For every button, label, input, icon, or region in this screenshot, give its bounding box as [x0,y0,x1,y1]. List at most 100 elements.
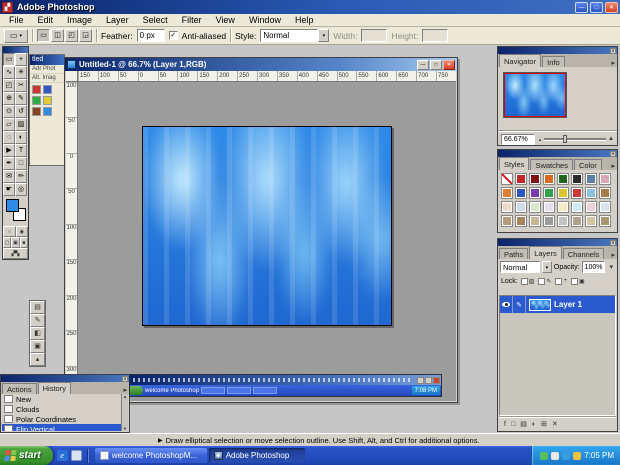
zoom-out-icon[interactable]: ▲ [538,137,542,142]
crop-tool[interactable]: ◰ [3,79,15,92]
style-swatch[interactable] [543,201,555,213]
tab-history[interactable]: History [37,382,71,394]
panel-menu-icon[interactable]: ▸ [609,251,617,259]
zoom-in-icon[interactable]: ▲ [608,136,614,142]
eraser-tool[interactable]: ▱ [3,118,15,131]
jump-to-imageready-button[interactable]: ▞▚ [3,248,28,259]
feather-input[interactable]: 0 px [136,29,165,42]
menu-item[interactable]: Image [60,15,99,25]
style-swatch[interactable] [585,201,597,213]
style-swatch[interactable] [557,201,569,213]
tray-icon[interactable] [540,451,549,460]
lasso-tool[interactable]: ∿ [3,66,15,79]
tab-channels[interactable]: Channels [562,248,605,259]
navigator-thumbnail[interactable] [503,72,567,118]
history-item-selected[interactable]: Flip Vertical [2,424,121,431]
full-screen-menu-button[interactable]: ▣ [11,237,20,248]
show-desktop-icon[interactable] [70,450,82,461]
style-swatch[interactable] [529,187,541,199]
tab-swatches[interactable]: Swatches [530,159,573,170]
dropdown-arrow-icon[interactable]: ▾ [541,261,552,273]
panel-menu-icon[interactable]: ▸ [609,162,617,170]
layer-effects-icon[interactable]: f [504,421,506,428]
mini-swatch[interactable] [43,85,52,94]
standard-screen-button[interactable]: ▢ [3,237,12,248]
style-dropdown[interactable]: Normal ▾ [260,29,330,42]
zoom-slider-thumb[interactable] [562,135,567,143]
style-swatch[interactable] [585,215,597,227]
document-maximize-button[interactable]: □ [430,59,442,70]
mini-maximize-button[interactable] [425,376,432,384]
mini-swatch[interactable] [32,96,41,105]
panel-menu-icon[interactable]: ▸ [609,59,617,67]
tab-styles[interactable]: Styles [499,157,530,170]
palette-icon[interactable]: ▴ [30,353,45,366]
style-swatch[interactable] [571,187,583,199]
app-titlebar[interactable]: ▞ Adobe Photoshop — □ ✕ [0,0,620,14]
style-swatch[interactable] [515,187,527,199]
dodge-tool[interactable]: ◐ [15,131,27,144]
rectangle-tool[interactable]: □ [15,157,27,170]
menu-item[interactable]: Filter [175,15,209,25]
minimized-document-window[interactable]: welcome Photoshop 7:08 PM [129,374,442,397]
standard-mode-button[interactable]: ○ [3,226,16,237]
path-selection-tool[interactable]: ▶ [3,144,15,157]
pen-tool[interactable]: ✒ [3,157,15,170]
style-swatch[interactable] [529,215,541,227]
panel-menu-icon[interactable]: ▸ [121,386,129,394]
menu-item[interactable]: Help [288,15,321,25]
menu-item[interactable]: View [209,15,242,25]
tool-preset-button[interactable]: ▭ ▾ [4,28,28,43]
intersect-selection-button[interactable]: ◲ [79,29,92,42]
clone-stamp-tool[interactable]: ⊙ [3,105,15,118]
zoom-input[interactable]: 66.67% [501,133,535,145]
history-item[interactable]: Clouds [2,404,121,414]
internet-explorer-icon[interactable]: e [56,450,68,461]
layer-name[interactable]: Layer 1 [554,300,582,309]
panel-close-icon[interactable]: ✕ [610,239,616,246]
lock-checkbox[interactable] [570,277,578,285]
style-swatch[interactable] [599,173,611,185]
style-swatch[interactable] [543,173,555,185]
blend-mode-select[interactable]: Normal [500,261,540,273]
mini-swatch[interactable] [32,107,41,116]
document-titlebar[interactable]: Untitled-1 @ 66.7% (Layer 1,RGB) — □ ✕ [65,58,457,71]
blur-tool[interactable]: ◌ [3,131,15,144]
eyedropper-tool[interactable]: ✏ [15,170,27,183]
style-swatch[interactable] [501,201,513,213]
tab-navigator[interactable]: Navigator [499,54,542,67]
height-input[interactable] [422,29,449,42]
history-item[interactable]: Polar Coordinates [2,414,121,424]
magic-wand-tool[interactable]: ✳ [15,66,27,79]
notes-tool[interactable]: ✉ [3,170,15,183]
tray-icon[interactable] [573,451,582,460]
type-tool[interactable]: T [15,144,27,157]
history-scrollbar[interactable]: ▲ ▼ [121,394,128,431]
full-screen-button[interactable]: ■ [19,237,28,248]
menu-item[interactable]: Edit [31,15,61,25]
start-button[interactable]: start [0,446,53,465]
lock-checkbox[interactable] [520,277,528,285]
tray-icon[interactable] [551,451,560,460]
lock-checkbox[interactable] [538,277,546,285]
zoom-tool[interactable]: ◎ [15,183,27,196]
subtract-from-selection-button[interactable]: ◰ [65,29,78,42]
background-window-title[interactable]: tled [30,55,64,65]
brush-tool[interactable]: ✎ [15,92,27,105]
new-layer-icon[interactable]: ⊞ [541,420,547,428]
slice-tool[interactable]: ✂ [15,79,27,92]
horizontal-ruler[interactable]: 150 100 50 0 50 100 150 200 250 300 350 400 450 500 55… [78,71,456,82]
style-swatch[interactable] [571,215,583,227]
style-swatch[interactable] [501,215,513,227]
document-close-button[interactable]: ✕ [443,59,455,70]
tab-info[interactable]: Info [542,56,565,67]
styles-grab-bar[interactable]: ✕ [498,150,617,157]
menu-item[interactable]: Layer [99,15,136,25]
healing-brush-tool[interactable]: ⊕ [3,92,15,105]
quick-mask-mode-button[interactable]: ◉ [15,226,28,237]
layer-thumbnail[interactable] [529,298,551,311]
lock-checkbox[interactable] [555,277,563,285]
scroll-down-icon[interactable]: ▼ [123,426,127,431]
adjustment-layer-icon[interactable]: ◐ [532,421,536,428]
style-swatch[interactable] [599,215,611,227]
